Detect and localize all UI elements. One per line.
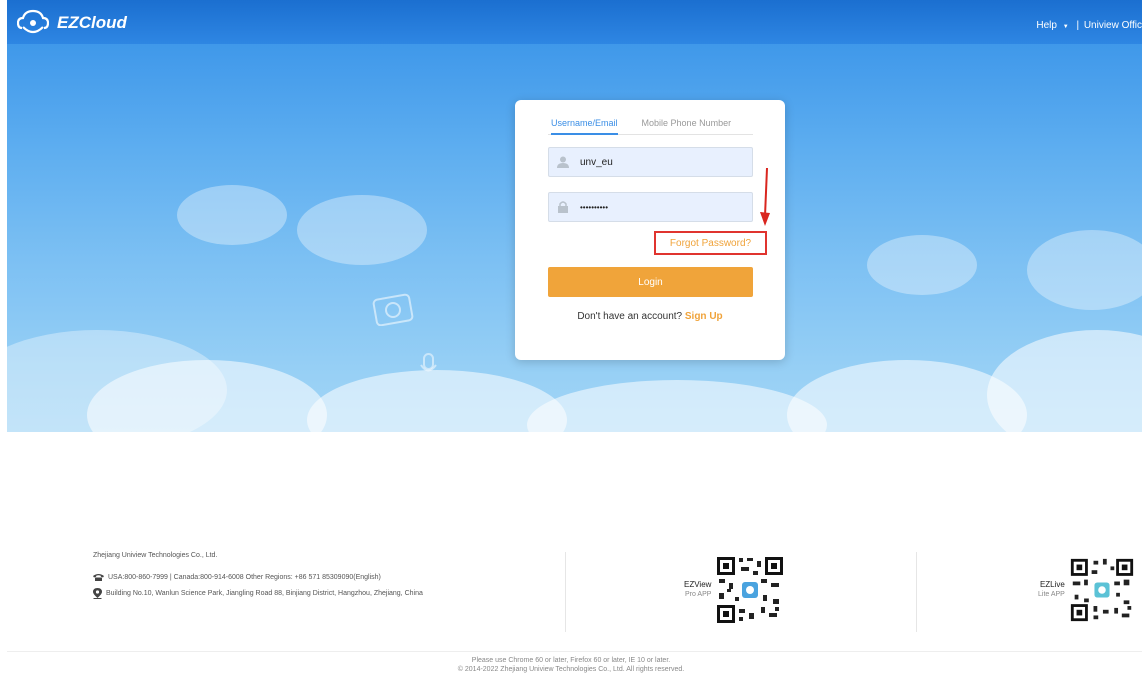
cloud-decoration	[987, 330, 1142, 432]
brand-logo[interactable]: EZCloud	[17, 8, 127, 38]
top-bar	[7, 0, 1142, 44]
nav-separator: |	[1076, 20, 1080, 31]
footer-legal: Please use Chrome 60 or later, Firefox 6…	[0, 656, 1142, 674]
phone-icon	[93, 574, 104, 581]
annotation-arrow-icon	[760, 168, 770, 226]
password-input[interactable]: ••••••••••	[548, 192, 753, 222]
ezlive-app: EZLive Lite APP	[1038, 555, 1135, 625]
lock-icon	[558, 201, 568, 213]
ezlive-sub: Lite APP	[1038, 591, 1065, 598]
username-value: unv_eu	[580, 156, 613, 168]
login-button[interactable]: Login	[548, 267, 753, 297]
ezlive-qr-code[interactable]	[1068, 555, 1135, 625]
brand-name: EZCloud	[57, 13, 127, 32]
login-card: Username/Email Mobile Phone Number unv_e…	[515, 100, 785, 360]
camera-decoration-icon	[372, 293, 414, 326]
footer-contact: Zhejiang Uniview Technologies Co., Ltd. …	[93, 552, 423, 606]
chevron-down-icon: ▼	[1062, 24, 1069, 30]
mic-decoration-icon	[420, 353, 437, 372]
company-name: Zhejiang Uniview Technologies Co., Ltd.	[93, 552, 218, 559]
forgot-password-link[interactable]: Forgot Password?	[670, 238, 751, 249]
cloud-decoration	[177, 185, 287, 245]
ezview-qr-code[interactable]	[715, 555, 786, 625]
location-pin-icon	[93, 588, 102, 599]
signup-link[interactable]: Sign Up	[685, 311, 723, 322]
forgot-password-highlight: Forgot Password?	[654, 231, 767, 255]
user-icon	[557, 156, 569, 168]
tab-username-email[interactable]: Username/Email	[551, 112, 618, 135]
top-nav: Help ▼ | Uniview Offic	[1036, 20, 1142, 31]
address: Building No.10, Wanlun Science Park, Jia…	[106, 590, 423, 597]
cloud-decoration	[297, 195, 427, 265]
uniview-office-link[interactable]: Uniview Offic	[1084, 20, 1142, 31]
signup-line: Don't have an account? Sign Up	[515, 311, 785, 322]
cloud-decoration	[1027, 230, 1142, 310]
ezview-name: EZView	[684, 580, 712, 589]
footer-divider	[916, 552, 917, 632]
cloud-eye-icon	[17, 9, 49, 34]
cloud-decoration	[527, 380, 827, 432]
copyright: © 2014-2022 Zhejiang Uniview Technologie…	[457, 666, 685, 673]
username-input[interactable]: unv_eu	[548, 147, 753, 177]
cloud-decoration	[867, 235, 977, 295]
phone-numbers: USA:800-860-7999 | Canada:800-914-6008 O…	[108, 573, 381, 581]
tab-mobile-phone[interactable]: Mobile Phone Number	[642, 112, 732, 133]
ezview-app: EZView Pro APP	[684, 555, 786, 625]
help-menu[interactable]: Help	[1036, 20, 1057, 31]
footer-rule	[7, 651, 1142, 652]
login-tabs: Username/Email Mobile Phone Number	[548, 112, 753, 135]
password-value: ••••••••••	[580, 202, 609, 212]
signup-prompt: Don't have an account?	[577, 311, 683, 322]
ezview-sub: Pro APP	[684, 591, 712, 598]
browser-note: Please use Chrome 60 or later, Firefox 6…	[471, 657, 671, 664]
footer-divider	[565, 552, 566, 632]
ezlive-name: EZLive	[1039, 580, 1065, 589]
